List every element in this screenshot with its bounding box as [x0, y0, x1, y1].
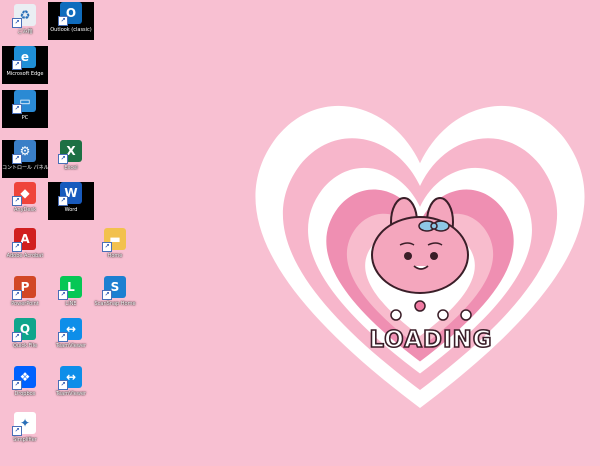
- desktop-icon-label: Outlook (classic): [50, 27, 92, 33]
- desktop-icon-label: AnyDesk: [14, 207, 36, 213]
- desktop-icon-dropbox[interactable]: ❖ ↗ Dropbox: [2, 366, 48, 404]
- control-panel-icon: ⚙ ↗: [12, 140, 36, 164]
- teamviewer-icon: ↔ ↗: [58, 366, 82, 390]
- desktop-icon-edge[interactable]: e ↗ Microsoft Edge: [2, 46, 48, 84]
- shortcut-arrow-icon: ↗: [12, 242, 22, 252]
- simplifier-icon: ✦ ↗: [12, 412, 36, 436]
- shortcut-arrow-icon: ↗: [58, 154, 68, 164]
- dropbox-icon: ❖ ↗: [12, 366, 36, 390]
- desktop-icon-quickfile[interactable]: Q ↗ Quick File: [2, 318, 48, 356]
- desktop-icon-excel[interactable]: X ↗ Excel: [48, 140, 94, 178]
- desktop-icon-label: LINE: [65, 301, 77, 307]
- shortcut-arrow-icon: ↗: [58, 196, 68, 206]
- desktop-icon-label: Dropbox: [14, 391, 36, 397]
- outlook-icon: O ↗: [58, 2, 82, 26]
- desktop-icon-label: ScanSnap Home: [94, 301, 136, 307]
- bow-icon: [418, 220, 450, 232]
- scansnap-icon: S ↗: [102, 276, 126, 300]
- desktop-icon-powerpoint[interactable]: P ↗ PowerPoint: [2, 276, 48, 314]
- shortcut-arrow-icon: ↗: [12, 154, 22, 164]
- shortcut-arrow-icon: ↗: [102, 242, 112, 252]
- desktop-icon-control-panel[interactable]: ⚙ ↗ コントロール パネル: [2, 140, 49, 178]
- excel-icon: X ↗: [58, 140, 82, 164]
- shortcut-arrow-icon: ↗: [12, 104, 22, 114]
- line-icon: L ↗: [58, 276, 82, 300]
- shortcut-arrow-icon: ↗: [12, 60, 22, 70]
- desktop-icon-teamviewer[interactable]: ↔ ↗ TeamViewer: [48, 318, 94, 356]
- desktop-icon-simplifier[interactable]: ✦ ↗ Simplifier: [2, 412, 48, 450]
- desktop-icon-label: TeamViewer: [55, 343, 87, 349]
- desktop-icon-pc[interactable]: ▭ ↗ PC: [2, 90, 48, 128]
- desktop-icon-teamviewer[interactable]: ↔ ↗ TeamViewer: [48, 366, 94, 404]
- desktop-icon-recycle-bin[interactable]: ♻ ↗ ごみ箱: [2, 4, 48, 42]
- shortcut-arrow-icon: ↗: [58, 16, 68, 26]
- pc-icon: ▭ ↗: [12, 90, 36, 114]
- shortcut-arrow-icon: ↗: [12, 196, 22, 206]
- desktop-icon-word[interactable]: W ↗ Word: [48, 182, 94, 220]
- teamviewer-icon: ↔ ↗: [58, 318, 82, 342]
- loading-text: LOADING: [369, 326, 493, 354]
- desktop-icon-label: ごみ箱: [17, 29, 33, 35]
- desktop-icon-line[interactable]: L ↗ LINE: [48, 276, 94, 314]
- powerpoint-icon: P ↗: [12, 276, 36, 300]
- desktop-icon-label: Adobe Acrobat: [6, 253, 44, 259]
- desktop-icon-anydesk[interactable]: ◆ ↗ AnyDesk: [2, 182, 48, 220]
- desktop-icon-label: Excel: [64, 165, 78, 171]
- desktop-icon-folder[interactable]: ▬ ↗ Home: [92, 228, 138, 266]
- word-icon: W ↗: [58, 182, 82, 206]
- anydesk-icon: ◆ ↗: [12, 182, 36, 206]
- shortcut-arrow-icon: ↗: [58, 380, 68, 390]
- desktop-icon-acrobat[interactable]: A ↗ Adobe Acrobat: [2, 228, 48, 266]
- shortcut-arrow-icon: ↗: [12, 332, 22, 342]
- desktop-icon-label: Microsoft Edge: [6, 71, 44, 77]
- desktop-icon-label: Home: [107, 253, 123, 259]
- shortcut-arrow-icon: ↗: [12, 426, 22, 436]
- shortcut-arrow-icon: ↗: [12, 290, 22, 300]
- desktop-icon-label: PC: [21, 115, 29, 121]
- shortcut-arrow-icon: ↗: [102, 290, 112, 300]
- acrobat-icon: A ↗: [12, 228, 36, 252]
- edge-icon: e ↗: [12, 46, 36, 70]
- quickfile-icon: Q ↗: [12, 318, 36, 342]
- desktop-icon-outlook[interactable]: O ↗ Outlook (classic): [48, 2, 94, 40]
- folder-icon: ▬ ↗: [102, 228, 126, 252]
- shortcut-arrow-icon: ↗: [58, 290, 68, 300]
- desktop-icon-label: Word: [64, 207, 78, 213]
- recycle-bin-icon: ♻ ↗: [12, 4, 36, 28]
- shortcut-arrow-icon: ↗: [12, 18, 22, 28]
- desktop-icon-scansnap[interactable]: S ↗ ScanSnap Home: [92, 276, 138, 314]
- shortcut-arrow-icon: ↗: [12, 380, 22, 390]
- desktop-icon-label: Simplifier: [13, 437, 37, 443]
- desktop-icon-label: TeamViewer: [55, 391, 87, 397]
- desktop-icon-label: コントロール パネル: [2, 165, 49, 171]
- desktop-icon-label: PowerPoint: [11, 301, 39, 307]
- shortcut-arrow-icon: ↗: [58, 332, 68, 342]
- desktop-icon-label: Quick File: [12, 343, 38, 349]
